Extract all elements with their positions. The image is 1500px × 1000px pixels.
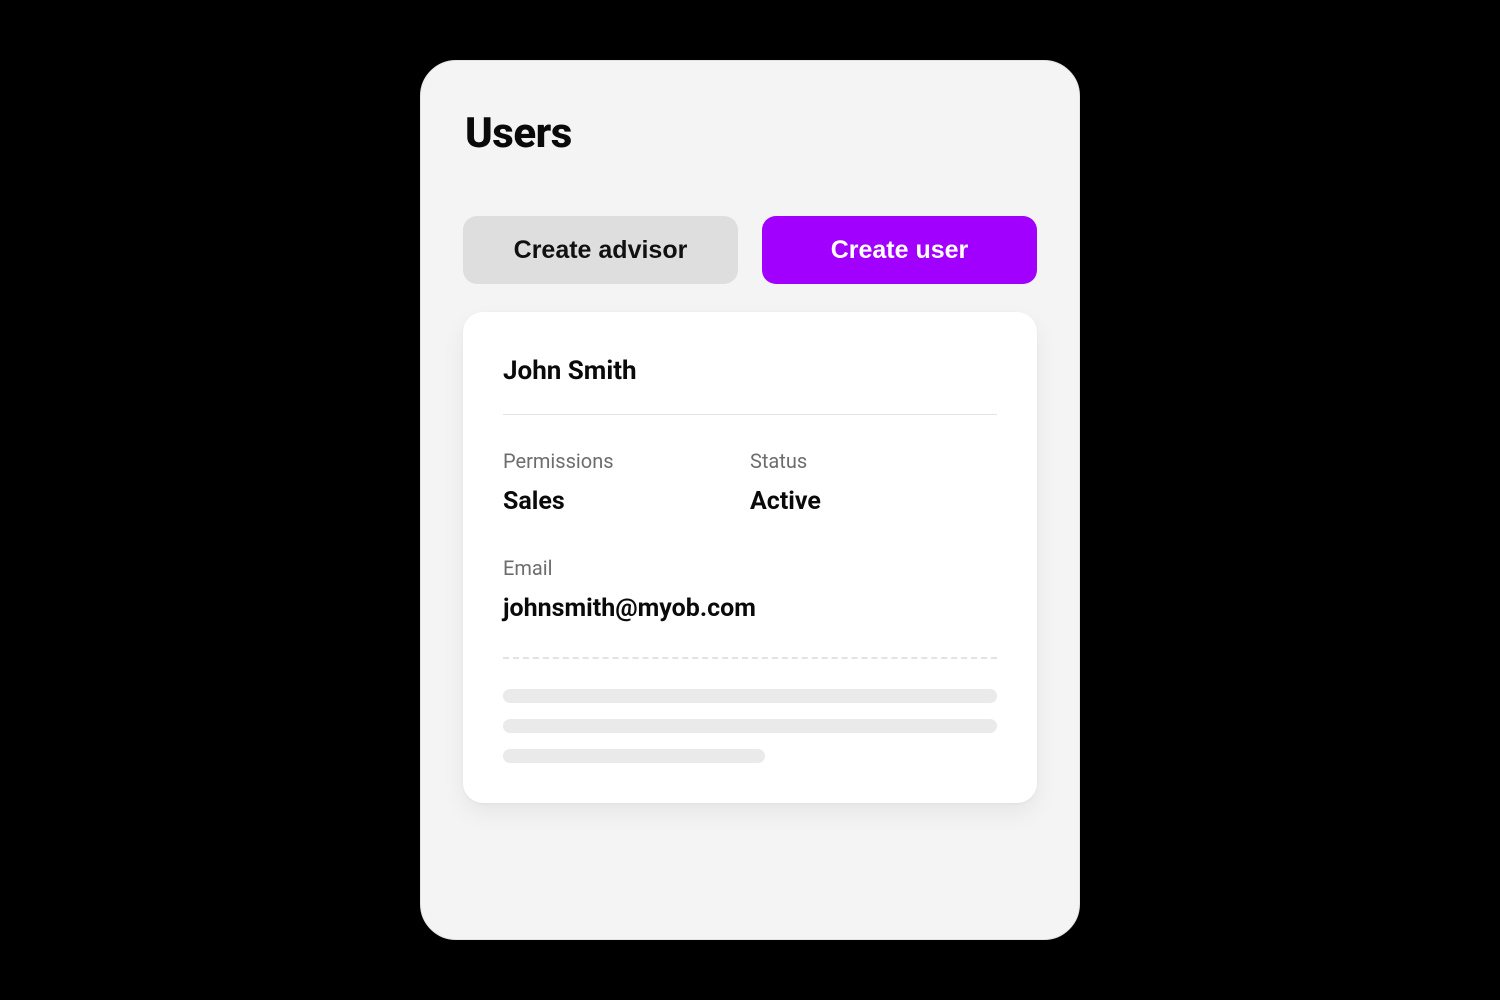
create-advisor-button[interactable]: Create advisor [463,216,738,284]
users-panel: Users Create advisor Create user John Sm… [420,60,1080,940]
status-label: Status [750,449,997,473]
email-value: johnsmith@myob.com [503,594,997,623]
action-button-row: Create advisor Create user [463,216,1037,284]
skeleton-line [503,689,997,703]
status-value: Active [750,487,997,516]
permissions-field: Permissions Sales [503,449,750,516]
user-name: John Smith [503,356,997,386]
page-title: Users [465,109,1037,158]
user-card: John Smith Permissions Sales Status Acti… [463,312,1037,803]
email-label: Email [503,556,997,580]
permissions-value: Sales [503,487,750,516]
skeleton-line [503,719,997,733]
skeleton-placeholder [503,689,997,763]
create-user-button[interactable]: Create user [762,216,1037,284]
email-field: Email johnsmith@myob.com [503,556,997,623]
skeleton-line [503,749,765,763]
permissions-label: Permissions [503,449,750,473]
user-fields-row: Permissions Sales Status Active [503,449,997,516]
dashed-divider [503,657,997,659]
divider [503,414,997,415]
status-field: Status Active [750,449,997,516]
